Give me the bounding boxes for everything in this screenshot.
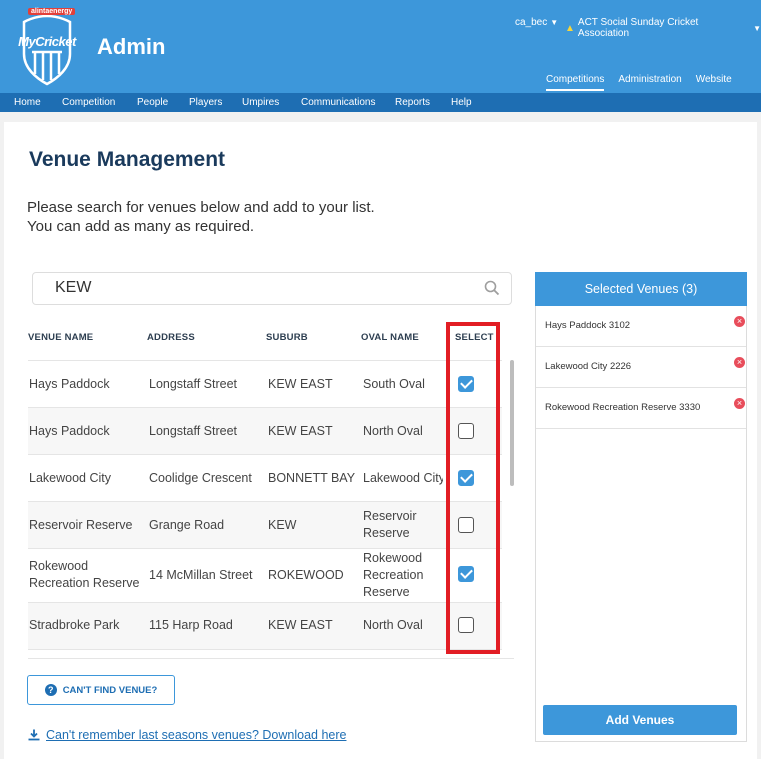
oval-name: South Oval (363, 377, 425, 391)
cant-find-label: CAN'T FIND VENUE? (62, 684, 158, 696)
search-icon[interactable] (484, 280, 500, 296)
venue-address: Grange Road (149, 518, 225, 532)
oval-name: Rokewood (363, 551, 423, 565)
remove-icon[interactable]: × (734, 316, 745, 327)
venue-search (32, 272, 512, 305)
venue-name: Stradbroke Park (29, 618, 120, 632)
selected-venue-label: Rokewood Recreation Reserve 3330 (545, 402, 701, 413)
remove-icon[interactable]: × (734, 357, 745, 368)
nav-competition[interactable]: Competition (62, 97, 115, 108)
oval-name: North Oval (363, 424, 423, 438)
nav-communications[interactable]: Communications (301, 97, 375, 108)
top-links: Competitions Administration Website (546, 74, 732, 91)
table-row: Rokewood Recreation Reserve 14 McMillan … (28, 548, 502, 602)
selected-venue-item: Hays Paddock 3102 × (536, 306, 746, 347)
user-name: ca_bec (515, 17, 548, 28)
question-icon: ? (44, 684, 57, 696)
oval-name-line-3: Reserve (363, 585, 410, 599)
venue-suburb: KEW EAST (268, 377, 333, 391)
admin-title: Admin (97, 34, 166, 59)
download-link-text: Can't remember last seasons venues? Down… (46, 728, 347, 742)
association-name: ACT Social Sunday Cricket Association (577, 17, 699, 39)
chevron-down-icon: ▼ (550, 18, 559, 27)
venue-address: 115 Harp Road (149, 618, 233, 632)
user-menu[interactable]: ca_bec ▼ (515, 17, 558, 28)
venue-name-line-2: Recreation Reserve (29, 576, 140, 590)
oval-name-line-2: Reserve (363, 526, 410, 540)
nav-players[interactable]: Players (189, 97, 222, 108)
oval-name-line-2: Recreation (363, 568, 424, 582)
top-link-website[interactable]: Website (696, 74, 732, 91)
intro-line-1: Please search for venues below and add t… (27, 199, 375, 216)
oval-name: Reservoir (363, 509, 417, 523)
download-icon (28, 729, 40, 741)
col-header-select: SELECT (455, 332, 494, 343)
venue-suburb: ROKEWOOD (268, 568, 344, 582)
table-scrollbar[interactable] (510, 360, 514, 486)
table-row: Reservoir Reserve Grange Road KEW Reserv… (28, 501, 502, 548)
table-bottom-border (28, 658, 514, 659)
table-row: Lakewood City Coolidge Crescent BONNETT … (28, 454, 502, 501)
selected-venue-item: Lakewood City 2226 × (536, 347, 746, 388)
nav-umpires[interactable]: Umpires (242, 97, 279, 108)
selected-venue-label: Hays Paddock 3102 (545, 320, 631, 331)
nav-reports[interactable]: Reports (395, 97, 430, 108)
main-nav: Home Competition People Players Umpires … (0, 93, 761, 112)
col-header-venue-name: VENUE NAME (28, 332, 94, 343)
top-link-competitions[interactable]: Competitions (546, 74, 605, 91)
association-menu[interactable]: ▲ ACT Social Sunday Cricket Association … (565, 17, 761, 39)
venue-name: Hays Paddock (29, 377, 110, 391)
select-checkbox[interactable] (458, 617, 474, 633)
col-header-address: ADDRESS (147, 332, 195, 343)
mycricket-logo[interactable]: alintaenergy MyCricket (16, 6, 78, 86)
top-link-administration[interactable]: Administration (618, 74, 681, 91)
venue-suburb: BONNETT BAY (268, 471, 356, 485)
venue-name: Reservoir Reserve (29, 518, 133, 532)
remove-icon[interactable]: × (734, 398, 745, 409)
selected-venue-item: Rokewood Recreation Reserve 3330 × (536, 388, 746, 429)
table-row: Hays Paddock Longstaff Street KEW EAST N… (28, 407, 502, 454)
table-row-partial (28, 649, 502, 658)
selected-venues-header: Selected Venues (3) (535, 272, 747, 306)
nav-home[interactable]: Home (14, 97, 41, 108)
download-venues-link[interactable]: Can't remember last seasons venues? Down… (28, 728, 346, 742)
selected-venue-label: Lakewood City 2226 (545, 361, 632, 372)
brand-name: MyCricket (18, 34, 76, 49)
venue-suburb: KEW EAST (268, 618, 333, 632)
oval-name: North Oval (363, 618, 423, 632)
col-header-suburb: SUBURB (266, 332, 308, 343)
add-venues-button[interactable]: Add Venues (543, 705, 737, 735)
oval-name: Lakewood City (363, 471, 443, 485)
table-row: Hays Paddock Longstaff Street KEW EAST S… (28, 360, 502, 407)
venue-address: Longstaff Street (149, 424, 238, 438)
nav-people[interactable]: People (137, 97, 168, 108)
select-checkbox[interactable] (458, 376, 474, 392)
table-row: Stradbroke Park 115 Harp Road KEW EAST N… (28, 602, 502, 649)
select-checkbox[interactable] (458, 423, 474, 439)
sponsor-logo: alintaenergy (28, 8, 76, 15)
chevron-down-icon: ▼ (753, 23, 761, 33)
venue-name: Rokewood (29, 559, 89, 573)
intro-line-2: You can add as many as required. (27, 218, 255, 235)
venue-address: Coolidge Crescent (149, 471, 252, 485)
nav-help[interactable]: Help (451, 97, 472, 108)
venue-address: Longstaff Street (149, 377, 238, 391)
select-checkbox[interactable] (458, 566, 474, 582)
venue-suburb: KEW EAST (268, 424, 333, 438)
cant-find-venue-button[interactable]: ? CAN'T FIND VENUE? (27, 675, 175, 705)
venue-name: Hays Paddock (29, 424, 110, 438)
organisation-icon: ▲ (565, 22, 575, 34)
venue-address: 14 McMillan Street (149, 568, 253, 582)
app-header: alintaenergy MyCricket Admin ca_bec ▼ ▲ … (0, 0, 761, 93)
venue-name: Lakewood City (29, 471, 111, 485)
venue-suburb: KEW (268, 518, 297, 532)
intro-text: Please search for venues below and add t… (27, 198, 375, 236)
search-input[interactable] (55, 279, 475, 297)
page-title: Venue Management (29, 148, 226, 171)
select-checkbox[interactable] (458, 517, 474, 533)
select-checkbox[interactable] (458, 470, 474, 486)
col-header-oval-name: OVAL NAME (361, 332, 419, 343)
